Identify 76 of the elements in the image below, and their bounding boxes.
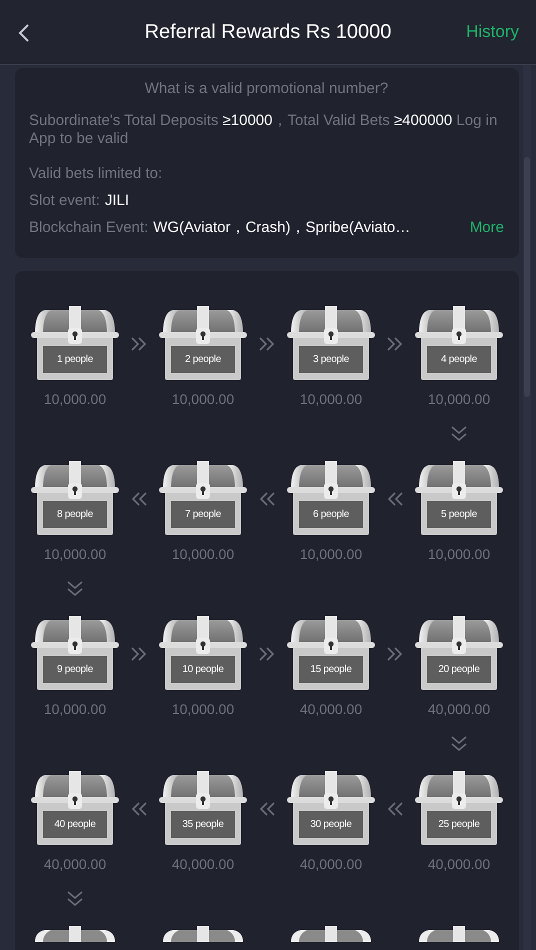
event-label: Slot event: <box>29 192 100 209</box>
people-count: 4 people <box>440 354 478 365</box>
people-count: 7 people <box>184 509 222 520</box>
treasure-chest-icon <box>157 771 249 846</box>
reward-amount: 40,000.00 <box>428 856 490 872</box>
people-count: 10 people <box>181 664 225 675</box>
double-right-chevron-icon <box>258 336 276 350</box>
treasure-chest-icon <box>29 306 121 381</box>
people-count: 8 people <box>56 509 94 520</box>
reward-amount: 40,000.00 <box>428 701 490 717</box>
reward-amount: 10,000.00 <box>300 391 362 407</box>
treasure-chest-icon <box>413 616 505 691</box>
event-value: JILI <box>104 192 130 209</box>
people-count: 40 people <box>53 819 97 830</box>
people-count: 9 people <box>56 664 94 675</box>
treasure-chest-icon <box>157 616 249 691</box>
rules-question: What is a valid promotional number? <box>144 80 390 97</box>
treasure-chest-icon <box>29 461 121 536</box>
double-down-chevron-icon <box>451 425 467 443</box>
reward-amount: 40,000.00 <box>300 701 362 717</box>
double-right-chevron-icon <box>130 336 148 350</box>
double-left-chevron-icon <box>130 802 148 816</box>
double-down-chevron-icon <box>67 890 83 908</box>
people-count: 5 people <box>440 509 478 520</box>
treasure-chest-icon <box>413 461 505 536</box>
double-right-chevron-icon <box>386 336 404 350</box>
back-icon[interactable] <box>18 23 30 43</box>
history-link[interactable]: History <box>466 22 519 42</box>
page-title: Referral Rewards Rs 10000 <box>144 20 392 44</box>
double-right-chevron-icon <box>386 646 404 660</box>
double-right-chevron-icon <box>130 646 148 660</box>
people-count: 25 people <box>437 819 481 830</box>
double-left-chevron-icon <box>386 492 404 506</box>
reward-amount: 10,000.00 <box>428 546 490 562</box>
limited-title: Valid bets limited to: <box>29 165 164 182</box>
treasure-chest-icon <box>29 771 121 846</box>
requirement-text: Subordinate's Total Deposits ≥10000，Total Valid Bets ≥400000 Log in App to be valid <box>29 112 498 148</box>
more-link[interactable]: More <box>464 219 504 236</box>
treasure-chest-icon <box>285 616 377 691</box>
event-label: Blockchain Event: <box>29 219 148 236</box>
treasure-chest-icon <box>157 461 249 536</box>
double-left-chevron-icon <box>130 492 148 506</box>
people-count: 35 people <box>181 819 225 830</box>
double-right-chevron-icon <box>258 646 276 660</box>
reward-amount: 10,000.00 <box>44 546 106 562</box>
treasure-chest-icon <box>285 306 377 381</box>
people-count: 30 people <box>309 819 353 830</box>
event-value: WG(Aviator，Crash)，Spribe(Aviato… <box>153 218 410 237</box>
people-count: 6 people <box>312 509 350 520</box>
reward-amount: 40,000.00 <box>172 856 234 872</box>
reward-amount: 40,000.00 <box>44 856 106 872</box>
reward-amount: 10,000.00 <box>44 701 106 717</box>
reward-amount: 40,000.00 <box>300 856 362 872</box>
double-left-chevron-icon <box>258 802 276 816</box>
treasure-chest-icon <box>157 306 249 381</box>
scrollbar[interactable] <box>523 65 531 950</box>
double-left-chevron-icon <box>258 492 276 506</box>
people-count: 20 people <box>437 664 481 675</box>
people-count: 2 people <box>184 354 222 365</box>
people-count: 3 people <box>312 354 350 365</box>
double-left-chevron-icon <box>386 802 404 816</box>
double-down-chevron-icon <box>67 580 83 598</box>
treasure-chest-icon <box>285 771 377 846</box>
treasure-chest-icon <box>29 616 121 691</box>
reward-amount: 10,000.00 <box>172 391 234 407</box>
treasure-chest-icon <box>285 461 377 536</box>
double-down-chevron-icon <box>451 735 467 753</box>
people-count: 1 people <box>56 354 94 365</box>
reward-amount: 10,000.00 <box>172 701 234 717</box>
reward-amount: 10,000.00 <box>44 391 106 407</box>
reward-amount: 10,000.00 <box>172 546 234 562</box>
reward-amount: 10,000.00 <box>428 391 490 407</box>
treasure-chest-icon <box>413 306 505 381</box>
treasure-chest-icon <box>413 771 505 846</box>
reward-amount: 10,000.00 <box>300 546 362 562</box>
people-count: 15 people <box>309 664 353 675</box>
